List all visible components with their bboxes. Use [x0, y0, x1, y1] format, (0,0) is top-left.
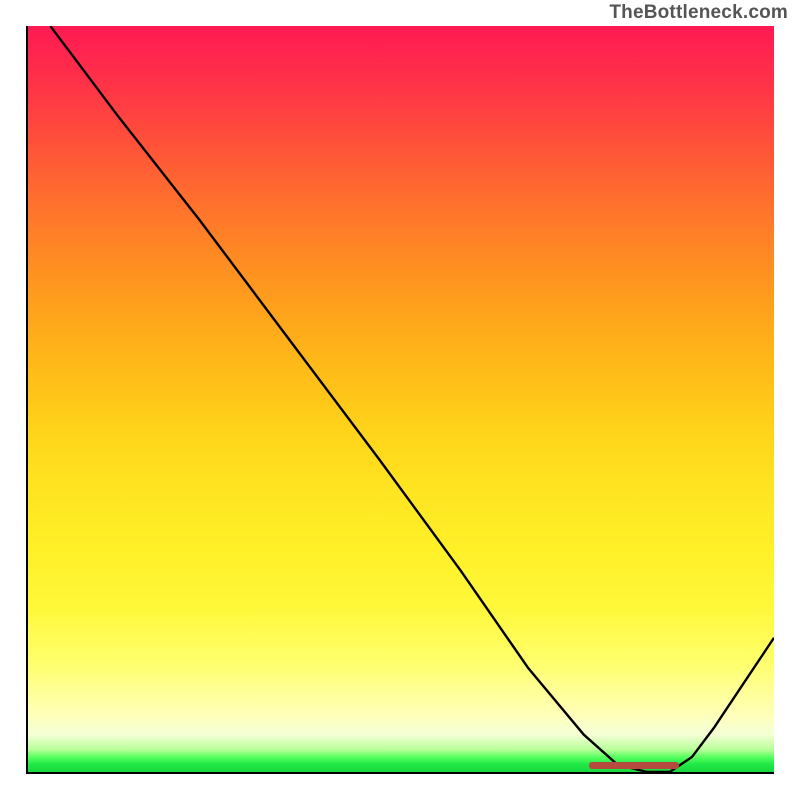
bottleneck-curve [28, 26, 774, 772]
optimal-range-marker [589, 762, 679, 769]
watermark-text: TheBottleneck.com [609, 2, 788, 24]
chart-container: TheBottleneck.com [0, 0, 800, 800]
plot-area [26, 26, 774, 774]
